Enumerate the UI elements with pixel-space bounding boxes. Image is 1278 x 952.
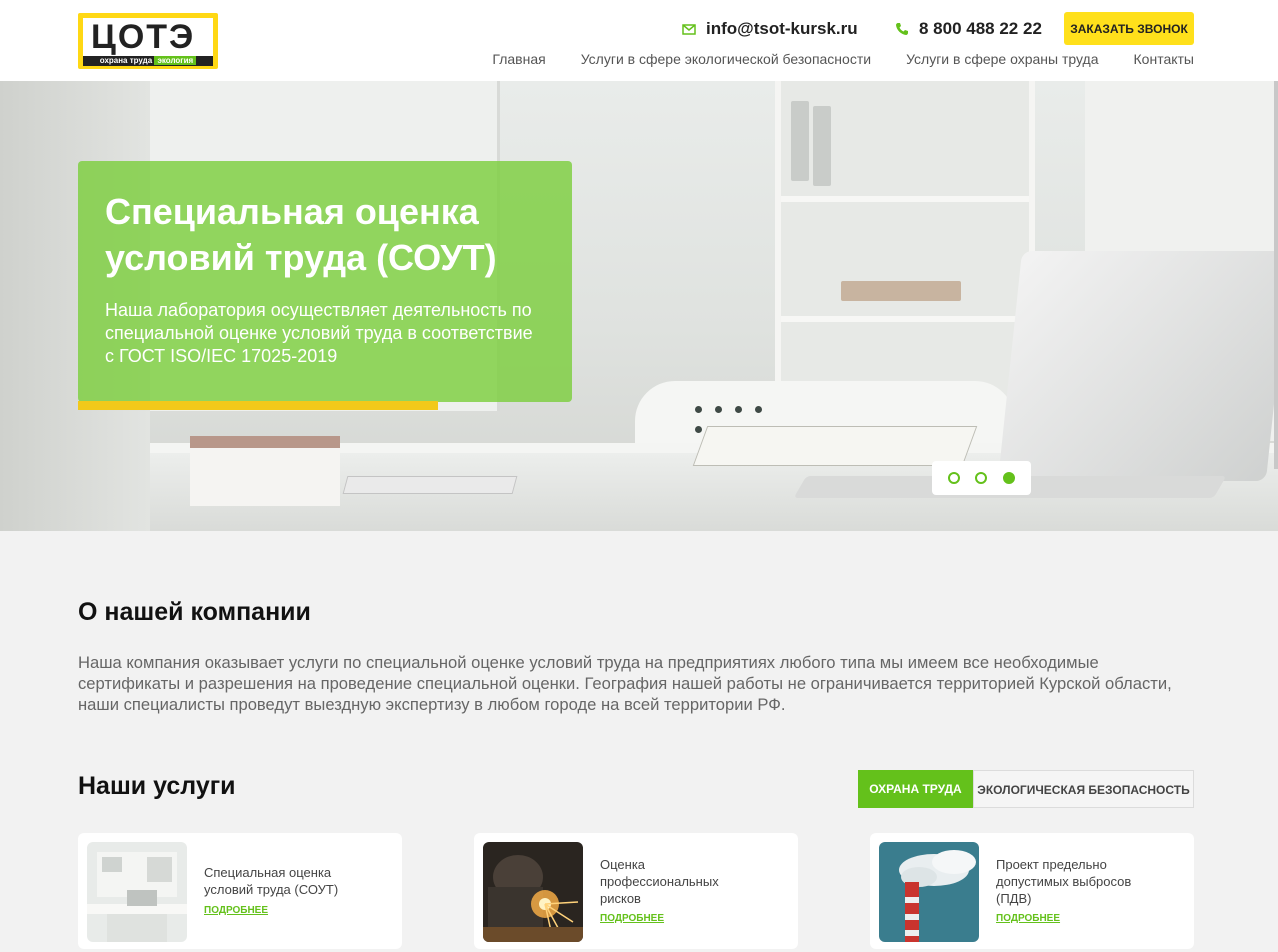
about-text: Наша компания оказывает услуги по специа… [78,653,1172,714]
service-more-link[interactable]: Подробнее [996,913,1060,924]
hero-bg-notebook [692,426,978,466]
contact-email[interactable]: info@tsot-kursk.ru [682,18,858,40]
service-image-welder [483,842,583,942]
service-more-link[interactable]: Подробнее [204,905,268,916]
logo-mark: ЦОТЭ [91,18,196,56]
service-title: Проект предельно допустимых выбросов (ПД… [996,857,1132,906]
hero-bg-box [190,436,340,506]
shelf-box [841,281,961,301]
chair-hole [695,406,702,413]
shelf-binder [791,101,809,181]
nav-item-home[interactable]: Главная [492,51,545,67]
service-card[interactable]: Оценка профессиональных рисков Подробнее [474,833,798,949]
chair-hole [755,406,762,413]
service-card[interactable]: Проект предельно допустимых выбросов (ПД… [870,833,1194,949]
shelf-row [781,316,1029,322]
logo-sub-left: охрана труда [99,56,153,65]
slider-dot-2[interactable] [975,472,988,484]
tab-eco-safety[interactable]: Экологическая безопасность [973,770,1194,808]
shelf-row [781,196,1029,202]
hero-bg-laptop-screen [997,251,1278,481]
services-title: Наши услуги [78,772,236,800]
service-title: Оценка профессиональных рисков [600,857,719,906]
nav-item-labor-services[interactable]: Услуги в сфере охраны труда [906,51,1098,67]
main-nav: Главная Услуги в сфере экологической без… [492,51,1194,67]
logo-inner: ЦОТЭ [83,18,213,56]
chair-hole [715,406,722,413]
service-image-smokestack [879,842,979,942]
slider-dot-3[interactable] [1003,472,1016,484]
page-scrollbar[interactable] [1274,81,1278,469]
site-header: ЦОТЭ охрана труда экология info@tsot-kur… [0,0,1278,81]
company-logo[interactable]: ЦОТЭ охрана труда экология [78,13,218,69]
email-text: info@tsot-kursk.ru [706,19,858,38]
service-image-office [87,842,187,942]
shelf-binder [813,106,831,186]
hero-card: Специальная оценка условий труда (СОУТ) … [78,161,572,402]
logo-subtitle: охрана труда экология [83,56,213,66]
hero-bg-tray [342,476,518,494]
mail-icon [682,24,696,35]
service-title: Специальная оценка условий труда (СОУТ) [204,865,339,897]
hero-title: Специальная оценка условий труда (СОУТ) [105,191,497,278]
service-card[interactable]: Специальная оценка условий труда (СОУТ) … [78,833,402,949]
phone-text: 8 800 488 22 22 [919,19,1042,38]
about-title: О нашей компании [78,598,311,626]
hero-text: Наша лаборатория осуществляет деятельнос… [105,300,533,366]
order-call-button[interactable]: Заказать звонок [1064,12,1194,45]
slider-dot-1[interactable] [947,472,960,484]
chair-hole [735,406,742,413]
service-more-link[interactable]: Подробнее [600,913,664,924]
contact-phone[interactable]: 8 800 488 22 22 [895,18,1042,40]
logo-sub-right: экология [154,56,197,65]
hero-accent-bar [78,401,438,410]
services-tabs: Охрана труда Экологическая безопасность [858,770,1194,808]
slider-dots [932,461,1031,495]
phone-icon [896,23,908,35]
chair-hole [695,426,702,433]
nav-item-eco-services[interactable]: Услуги в сфере экологической безопасност… [581,51,871,67]
tab-labor-safety[interactable]: Охрана труда [858,770,973,808]
nav-item-contacts[interactable]: Контакты [1134,51,1194,67]
hero-slider: Специальная оценка условий труда (СОУТ) … [0,81,1278,531]
